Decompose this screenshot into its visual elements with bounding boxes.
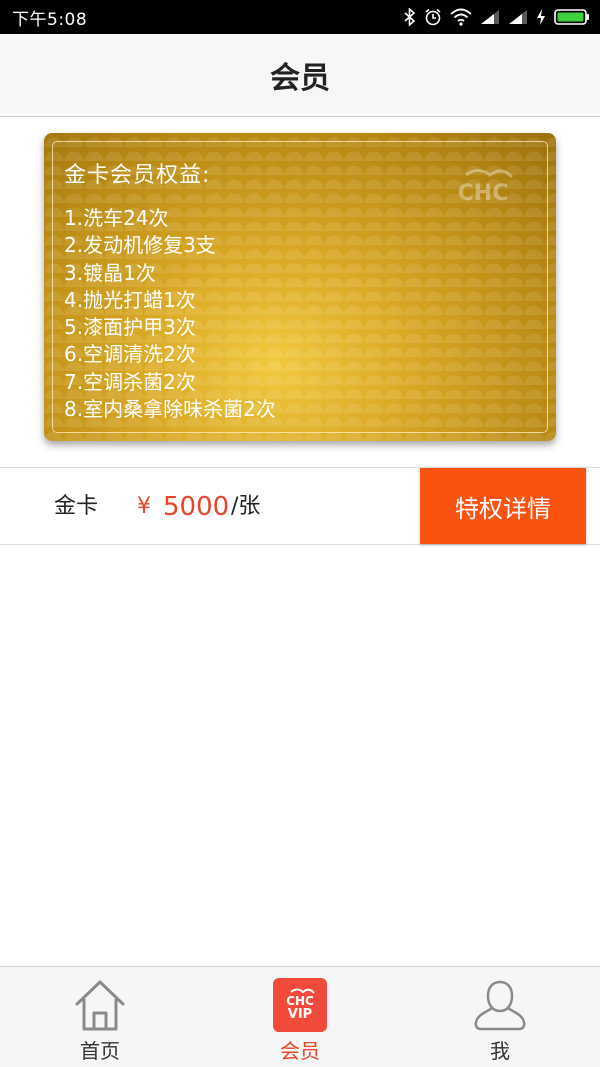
benefit-item: 1.洗车24次 [64, 206, 169, 230]
gold-membership-card[interactable]: CHC 金卡会员权益: 1.洗车24次 2.发动机修复3支 3.镀晶1次 4.抛… [44, 133, 556, 441]
benefit-item: 8.室内桑拿除味杀菌2次 [64, 397, 276, 422]
price-unit: /张 [231, 494, 261, 519]
chc-logo-icon: CHC [286, 988, 315, 1006]
tab-member[interactable]: CHC VIP 会员 [250, 967, 350, 1067]
card-name: 金卡 [54, 494, 99, 519]
status-time: 下午5:08 [12, 9, 88, 30]
bluetooth-icon [404, 8, 416, 26]
status-bar: 下午5:08 [0, 0, 600, 34]
card-title: 金卡会员权益: [64, 163, 211, 188]
tab-home[interactable]: 首页 [50, 967, 150, 1067]
benefit-item: 4.抛光打蜡1次 [64, 287, 196, 312]
app-screen: 下午5:08 会员 CHC 金卡会员权益: 1.洗车24次 2.发动机修复3支 … [0, 0, 600, 1067]
bottom-tab-bar: 首页 CHC VIP 会员 我 [0, 966, 600, 1067]
benefit-item: 3.镀晶1次 [64, 260, 156, 285]
signal-icon [508, 9, 528, 25]
home-icon [73, 977, 127, 1033]
battery-icon [554, 8, 590, 26]
vip-badge-text: VIP [287, 1007, 313, 1022]
charging-icon [536, 8, 546, 26]
price-currency: ¥ [137, 494, 151, 519]
tab-me[interactable]: 我 [450, 967, 550, 1067]
benefit-item: 5.漆面护甲3次 [64, 315, 196, 340]
wifi-icon [450, 8, 472, 26]
vip-badge: CHC VIP [273, 978, 327, 1032]
benefit-item: 6.空调清洗2次 [64, 342, 196, 367]
alarm-icon [424, 8, 442, 26]
tab-home-label: 首页 [80, 1039, 120, 1063]
membership-price-row: 金卡 ¥ 5000 /张 特权详情 [0, 467, 600, 545]
privilege-details-button[interactable]: 特权详情 [420, 468, 586, 544]
page-title: 会员 [270, 61, 330, 96]
tab-me-label: 我 [490, 1039, 510, 1063]
tab-member-label: 会员 [280, 1039, 320, 1063]
benefits-list: 1.洗车24次 2.发动机修复3支 3.镀晶1次 4.抛光打蜡1次 5.漆面护甲… [64, 205, 276, 423]
badge-logo-text: CHC [286, 994, 314, 1006]
price-amount: 5000 [163, 492, 230, 522]
title-bar: 会员 [0, 34, 600, 117]
benefit-item: 7.空调杀菌2次 [64, 369, 196, 394]
signal-icon [480, 9, 500, 25]
status-icons [404, 8, 590, 26]
vip-icon: CHC VIP [273, 977, 327, 1033]
card-logo-text: CHC [458, 181, 509, 203]
profile-icon [473, 977, 527, 1033]
benefit-item: 2.发动机修复3支 [64, 233, 216, 258]
chc-logo-icon: CHC [458, 169, 514, 203]
